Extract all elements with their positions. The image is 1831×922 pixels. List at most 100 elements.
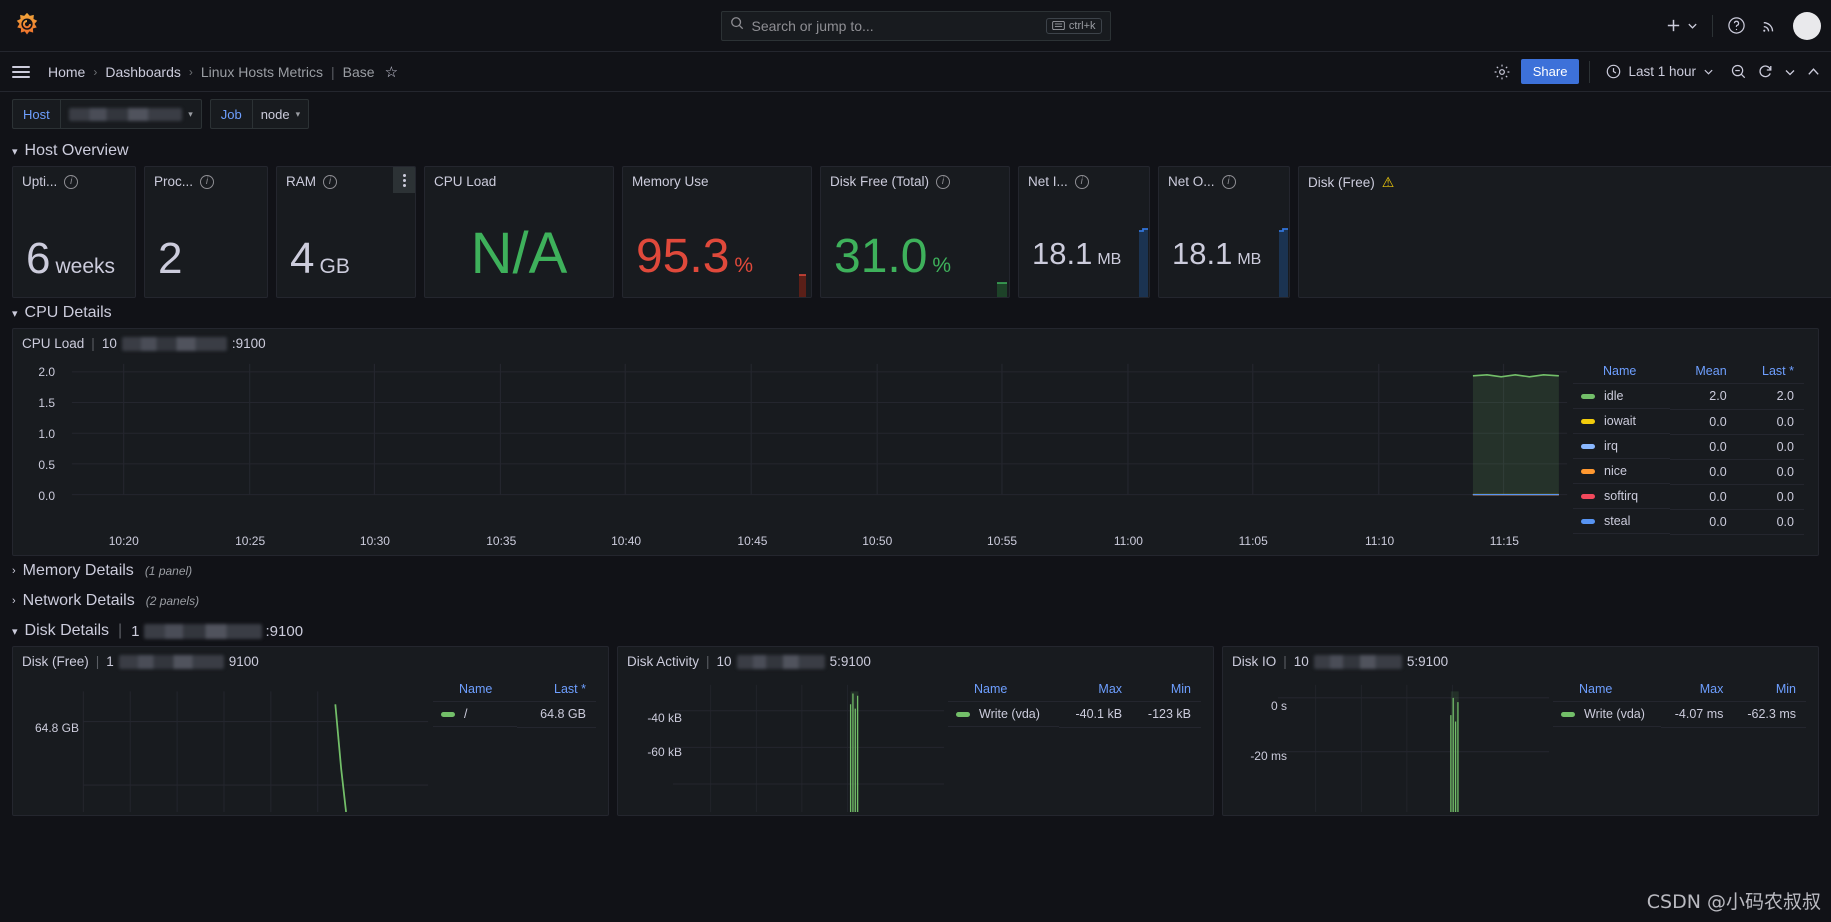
stat-panel-ram[interactable]: RAM i 4 GB xyxy=(276,166,416,298)
panel-header: Disk (Free) | 1 9100 xyxy=(13,647,608,672)
info-icon[interactable]: i xyxy=(1074,174,1089,189)
info-icon[interactable]: i xyxy=(936,174,951,189)
panel-title: CPU Load xyxy=(434,174,497,189)
legend-row[interactable]: idle 2.0 2.0 xyxy=(1573,383,1804,410)
legend-mean-value: 2.0 xyxy=(1670,383,1737,410)
gear-icon[interactable] xyxy=(1493,63,1511,81)
avatar[interactable] xyxy=(1793,11,1821,40)
timeseries-panel-disk-io[interactable]: Disk IO | 10 5:9100 0 s -20 ms Name Max … xyxy=(1222,646,1819,816)
breadcrumb-item-dashboards[interactable]: Dashboards xyxy=(105,64,181,80)
warning-icon[interactable]: ⚠ xyxy=(1382,174,1395,191)
legend-col-max[interactable]: Max xyxy=(1660,678,1734,702)
legend-col-last[interactable]: Last * xyxy=(516,678,596,702)
refresh-interval-dropdown[interactable] xyxy=(1784,66,1796,78)
legend-series-name-cell[interactable]: nice xyxy=(1573,459,1671,484)
collapse-toolbar-button[interactable] xyxy=(1806,64,1821,79)
legend-last-value: 2.0 xyxy=(1736,383,1804,410)
menu-toggle-button[interactable] xyxy=(12,65,30,78)
row-header-cpu-details[interactable]: ▾ CPU Details xyxy=(0,298,1831,328)
panel-host-suffix: 9100 xyxy=(228,654,259,669)
legend-row[interactable]: Write (vda) -40.1 kB -123 kB xyxy=(948,701,1201,728)
legend-col-name[interactable]: Name xyxy=(948,678,1060,702)
legend-col-name[interactable]: Name xyxy=(1573,360,1671,384)
legend-row[interactable]: nice 0.0 0.0 xyxy=(1573,459,1804,485)
divider xyxy=(1589,60,1591,83)
legend-row[interactable]: Write (vda) -4.07 ms -62.3 ms xyxy=(1553,701,1806,728)
panel-menu-button[interactable] xyxy=(393,167,415,193)
legend-mean-value: 0.0 xyxy=(1670,509,1737,535)
panel-host-suffix: :9100 xyxy=(231,336,266,351)
chevron-down-icon: ▾ xyxy=(188,108,193,119)
stat-panel-processes[interactable]: Proc... i 2 xyxy=(144,166,268,298)
row-header-host-overview[interactable]: ▾ Host Overview xyxy=(0,136,1831,166)
cpu-load-plot[interactable]: 2.0 1.5 1.0 0.5 0.0 10:20 10:25 10:30 10… xyxy=(13,354,1573,552)
disk-free-plot[interactable]: 64.8 GB xyxy=(13,672,433,812)
legend-row[interactable]: softirq 0.0 0.0 xyxy=(1573,484,1804,510)
legend-series-name-cell[interactable]: / xyxy=(433,702,517,727)
legend-row[interactable]: irq 0.0 0.0 xyxy=(1573,434,1804,460)
legend-col-name[interactable]: Name xyxy=(1553,678,1661,702)
grafana-logo-icon[interactable] xyxy=(12,11,42,41)
legend-row[interactable]: iowait 0.0 0.0 xyxy=(1573,409,1804,435)
panel-title: Proc... xyxy=(154,174,194,189)
breadcrumb-bar: Home › Dashboards › Linux Hosts Metrics … xyxy=(0,52,1831,92)
stat-panel-disk-free[interactable]: Disk (Free) ⚠ xyxy=(1298,166,1831,298)
help-icon[interactable] xyxy=(1727,16,1746,35)
panel-title: Disk IO xyxy=(1232,654,1277,669)
legend-row[interactable]: / 64.8 GB xyxy=(433,701,596,728)
info-icon[interactable]: i xyxy=(323,174,337,189)
info-icon[interactable]: i xyxy=(200,174,215,189)
disk-activity-plot[interactable]: -40 kB -60 kB xyxy=(618,672,948,812)
legend-series-name-cell[interactable]: irq xyxy=(1573,434,1671,459)
news-icon[interactable] xyxy=(1760,16,1779,35)
stat-panel-disk-free-total[interactable]: Disk Free (Total) i 31.0 % xyxy=(820,166,1010,298)
legend-color-swatch xyxy=(1581,518,1595,524)
legend-col-name[interactable]: Name xyxy=(433,678,517,702)
legend-col-mean[interactable]: Mean xyxy=(1670,360,1737,384)
legend-row[interactable]: steal 0.0 0.0 xyxy=(1573,509,1804,535)
legend-col-last[interactable]: Last * xyxy=(1736,360,1804,384)
legend-color-swatch xyxy=(1581,468,1595,474)
legend-col-min[interactable]: Min xyxy=(1733,678,1806,702)
add-new-button[interactable] xyxy=(1665,17,1698,34)
legend-series-name-cell[interactable]: softirq xyxy=(1573,484,1671,509)
favorite-star-icon[interactable]: ☆ xyxy=(385,63,398,81)
stat-panel-net-out[interactable]: Net O... i 18.1 MB xyxy=(1158,166,1290,298)
legend-series-name-cell[interactable]: idle xyxy=(1573,384,1671,409)
stat-panel-memory-use[interactable]: Memory Use 95.3 % xyxy=(622,166,812,298)
legend-series-name-cell[interactable]: Write (vda) xyxy=(1553,702,1661,727)
legend-col-min[interactable]: Min xyxy=(1132,678,1201,702)
stat-panel-cpu-load[interactable]: CPU Load N/A xyxy=(424,166,614,298)
zoom-out-time-button[interactable] xyxy=(1730,63,1747,80)
legend-series-name-cell[interactable]: steal xyxy=(1573,509,1671,534)
breadcrumb-item-home[interactable]: Home xyxy=(48,64,85,80)
timeseries-panel-cpu-load[interactable]: CPU Load | 10 :9100 2.0 1.5 1.0 0.5 0.0 xyxy=(12,328,1819,556)
disk-activity-legend: Name Max Min Write (vda) -40.1 kB -123 k… xyxy=(948,672,1213,812)
time-range-picker[interactable]: Last 1 hour xyxy=(1600,60,1720,83)
legend-min-value: -62.3 ms xyxy=(1733,701,1806,728)
info-icon[interactable]: i xyxy=(64,174,79,189)
legend-mean-value: 0.0 xyxy=(1670,409,1737,435)
stat-panel-net-in[interactable]: Net I... i 18.1 MB xyxy=(1018,166,1150,298)
timeseries-panel-disk-activity[interactable]: Disk Activity | 10 5:9100 -40 kB -60 kB xyxy=(617,646,1214,816)
row-header-network-details[interactable]: › Network Details (2 panels) xyxy=(0,586,1831,616)
x-tick: 10:45 xyxy=(737,534,768,548)
search-placeholder: Search or jump to... xyxy=(751,17,874,34)
x-tick: 10:25 xyxy=(235,534,266,548)
legend-series-name-cell[interactable]: Write (vda) xyxy=(948,702,1060,727)
variable-job-label: Job xyxy=(209,99,252,129)
refresh-button[interactable] xyxy=(1757,63,1774,80)
variable-job-picker[interactable]: node ▾ xyxy=(251,99,310,129)
panel-title: Disk (Free) xyxy=(1308,175,1375,190)
row-header-disk-details[interactable]: ▾ Disk Details | 1 :9100 xyxy=(0,616,1831,646)
share-button[interactable]: Share xyxy=(1520,59,1580,84)
legend-series-name-cell[interactable]: iowait xyxy=(1573,409,1671,434)
disk-io-plot[interactable]: 0 s -20 ms xyxy=(1223,672,1553,812)
legend-col-max[interactable]: Max xyxy=(1059,678,1133,702)
timeseries-panel-disk-free[interactable]: Disk (Free) | 1 9100 64.8 GB Name Last *… xyxy=(12,646,609,816)
search-input[interactable]: Search or jump to... ctrl+k xyxy=(720,10,1111,41)
info-icon[interactable]: i xyxy=(1221,174,1236,189)
variable-host-picker[interactable]: ▾ xyxy=(59,99,202,129)
stat-panel-uptime[interactable]: Upti... i 6 weeks xyxy=(12,166,136,298)
row-header-memory-details[interactable]: › Memory Details (1 panel) xyxy=(0,556,1831,586)
